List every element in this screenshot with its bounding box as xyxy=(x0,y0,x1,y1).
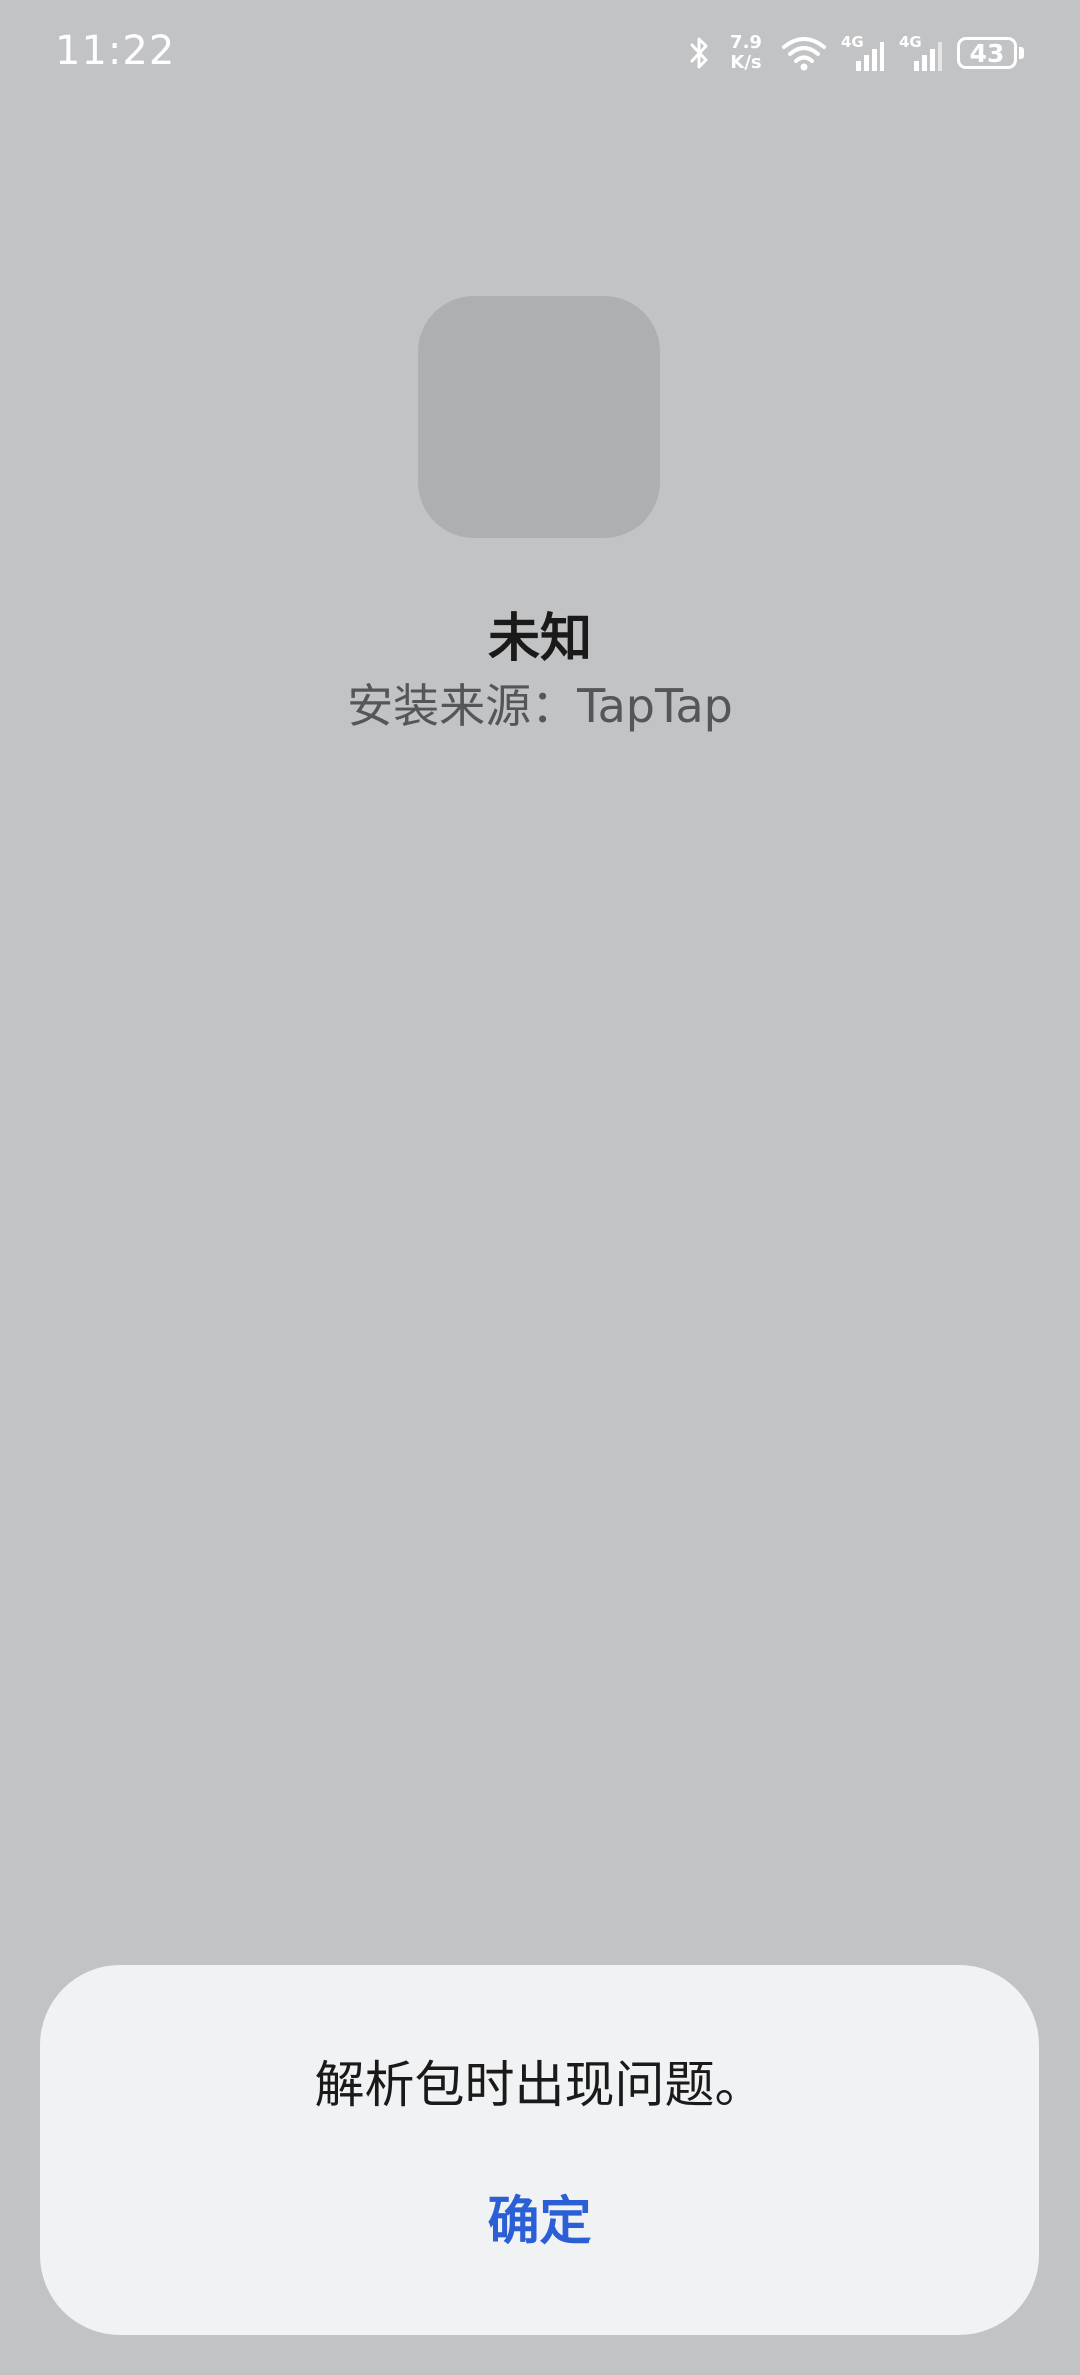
install-source: 安装来源：TapTap xyxy=(347,679,733,733)
error-dialog: 解析包时出现问题。 确定 xyxy=(40,1965,1039,2335)
bluetooth-icon xyxy=(689,36,711,70)
network-speed-value: 7.9 xyxy=(730,32,762,53)
battery-tip xyxy=(1019,47,1024,59)
app-name: 未知 xyxy=(487,609,592,669)
app-icon-placeholder xyxy=(418,296,660,538)
signal-icon: 4G xyxy=(841,33,885,73)
status-icons: 7.9 K/s 4G 4G 43 xyxy=(689,30,1024,76)
network-speed-unit: K/s xyxy=(730,52,762,73)
status-time: 11:22 xyxy=(55,28,176,74)
wifi-icon xyxy=(781,35,827,71)
network-speed: 7.9 K/s xyxy=(725,33,767,73)
status-bar: 11:22 7.9 K/s 4G 4G 43 xyxy=(0,0,1080,110)
confirm-button[interactable]: 确定 xyxy=(457,2179,621,2254)
battery-icon: 43 xyxy=(957,37,1024,69)
battery-level: 43 xyxy=(957,37,1017,69)
dialog-message: 解析包时出现问题。 xyxy=(314,2056,765,2114)
signal-icon: 4G xyxy=(899,33,943,73)
